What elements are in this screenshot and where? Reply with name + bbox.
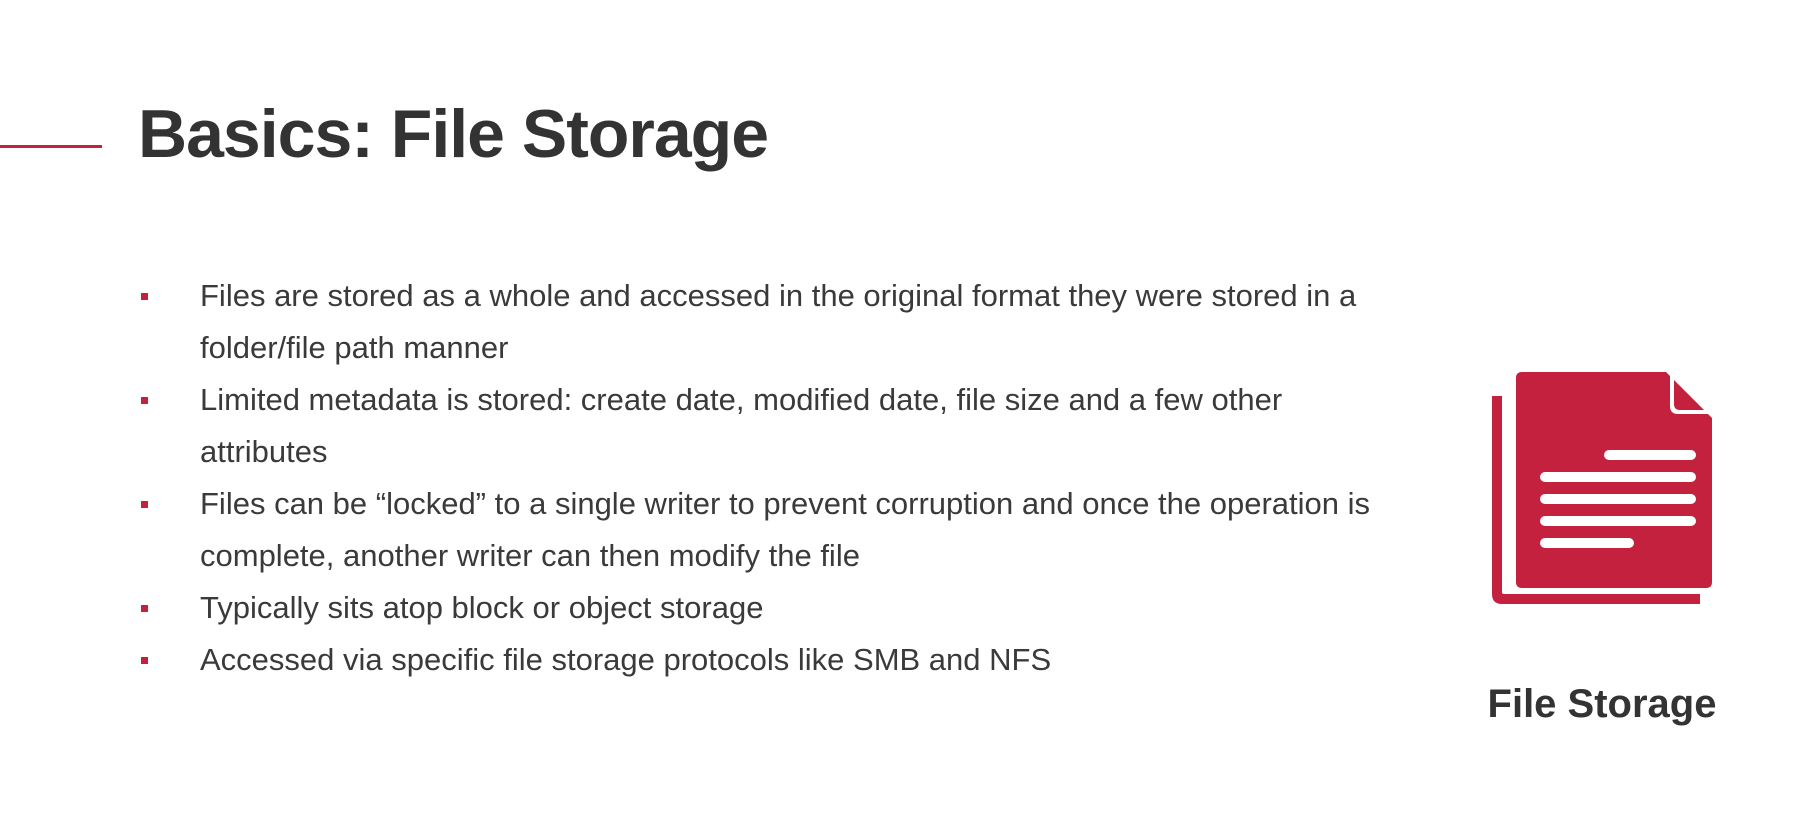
bullet-item-2: Limited metadata is stored: create date,… (138, 374, 1408, 478)
title-accent-line (0, 145, 102, 148)
bullet-marker-icon (141, 501, 148, 508)
slide-title: Basics: File Storage (138, 96, 769, 172)
bullet-text: Typically sits atop block or object stor… (200, 590, 764, 625)
bullet-marker-icon (141, 293, 148, 300)
bullet-marker-icon (141, 657, 148, 664)
bullet-item-1: Files are stored as a whole and accessed… (138, 270, 1408, 374)
bullet-text: Limited metadata is stored: create date,… (200, 382, 1283, 469)
bullet-marker-icon (141, 605, 148, 612)
bullet-item-3: Files can be “locked” to a single writer… (138, 478, 1408, 582)
file-document-icon (1492, 372, 1712, 604)
bullet-list: Files are stored as a whole and accessed… (138, 270, 1408, 686)
bullet-text: Files are stored as a whole and accessed… (200, 278, 1357, 365)
bullet-text: Accessed via specific file storage proto… (200, 642, 1052, 677)
bullet-item-4: Typically sits atop block or object stor… (138, 582, 1408, 634)
bullet-text: Files can be “locked” to a single writer… (200, 486, 1371, 573)
icon-caption: File Storage (1487, 682, 1717, 726)
slide: Basics: File Storage Files are stored as… (0, 0, 1818, 820)
bullet-marker-icon (141, 397, 148, 404)
bullet-item-5: Accessed via specific file storage proto… (138, 634, 1408, 686)
